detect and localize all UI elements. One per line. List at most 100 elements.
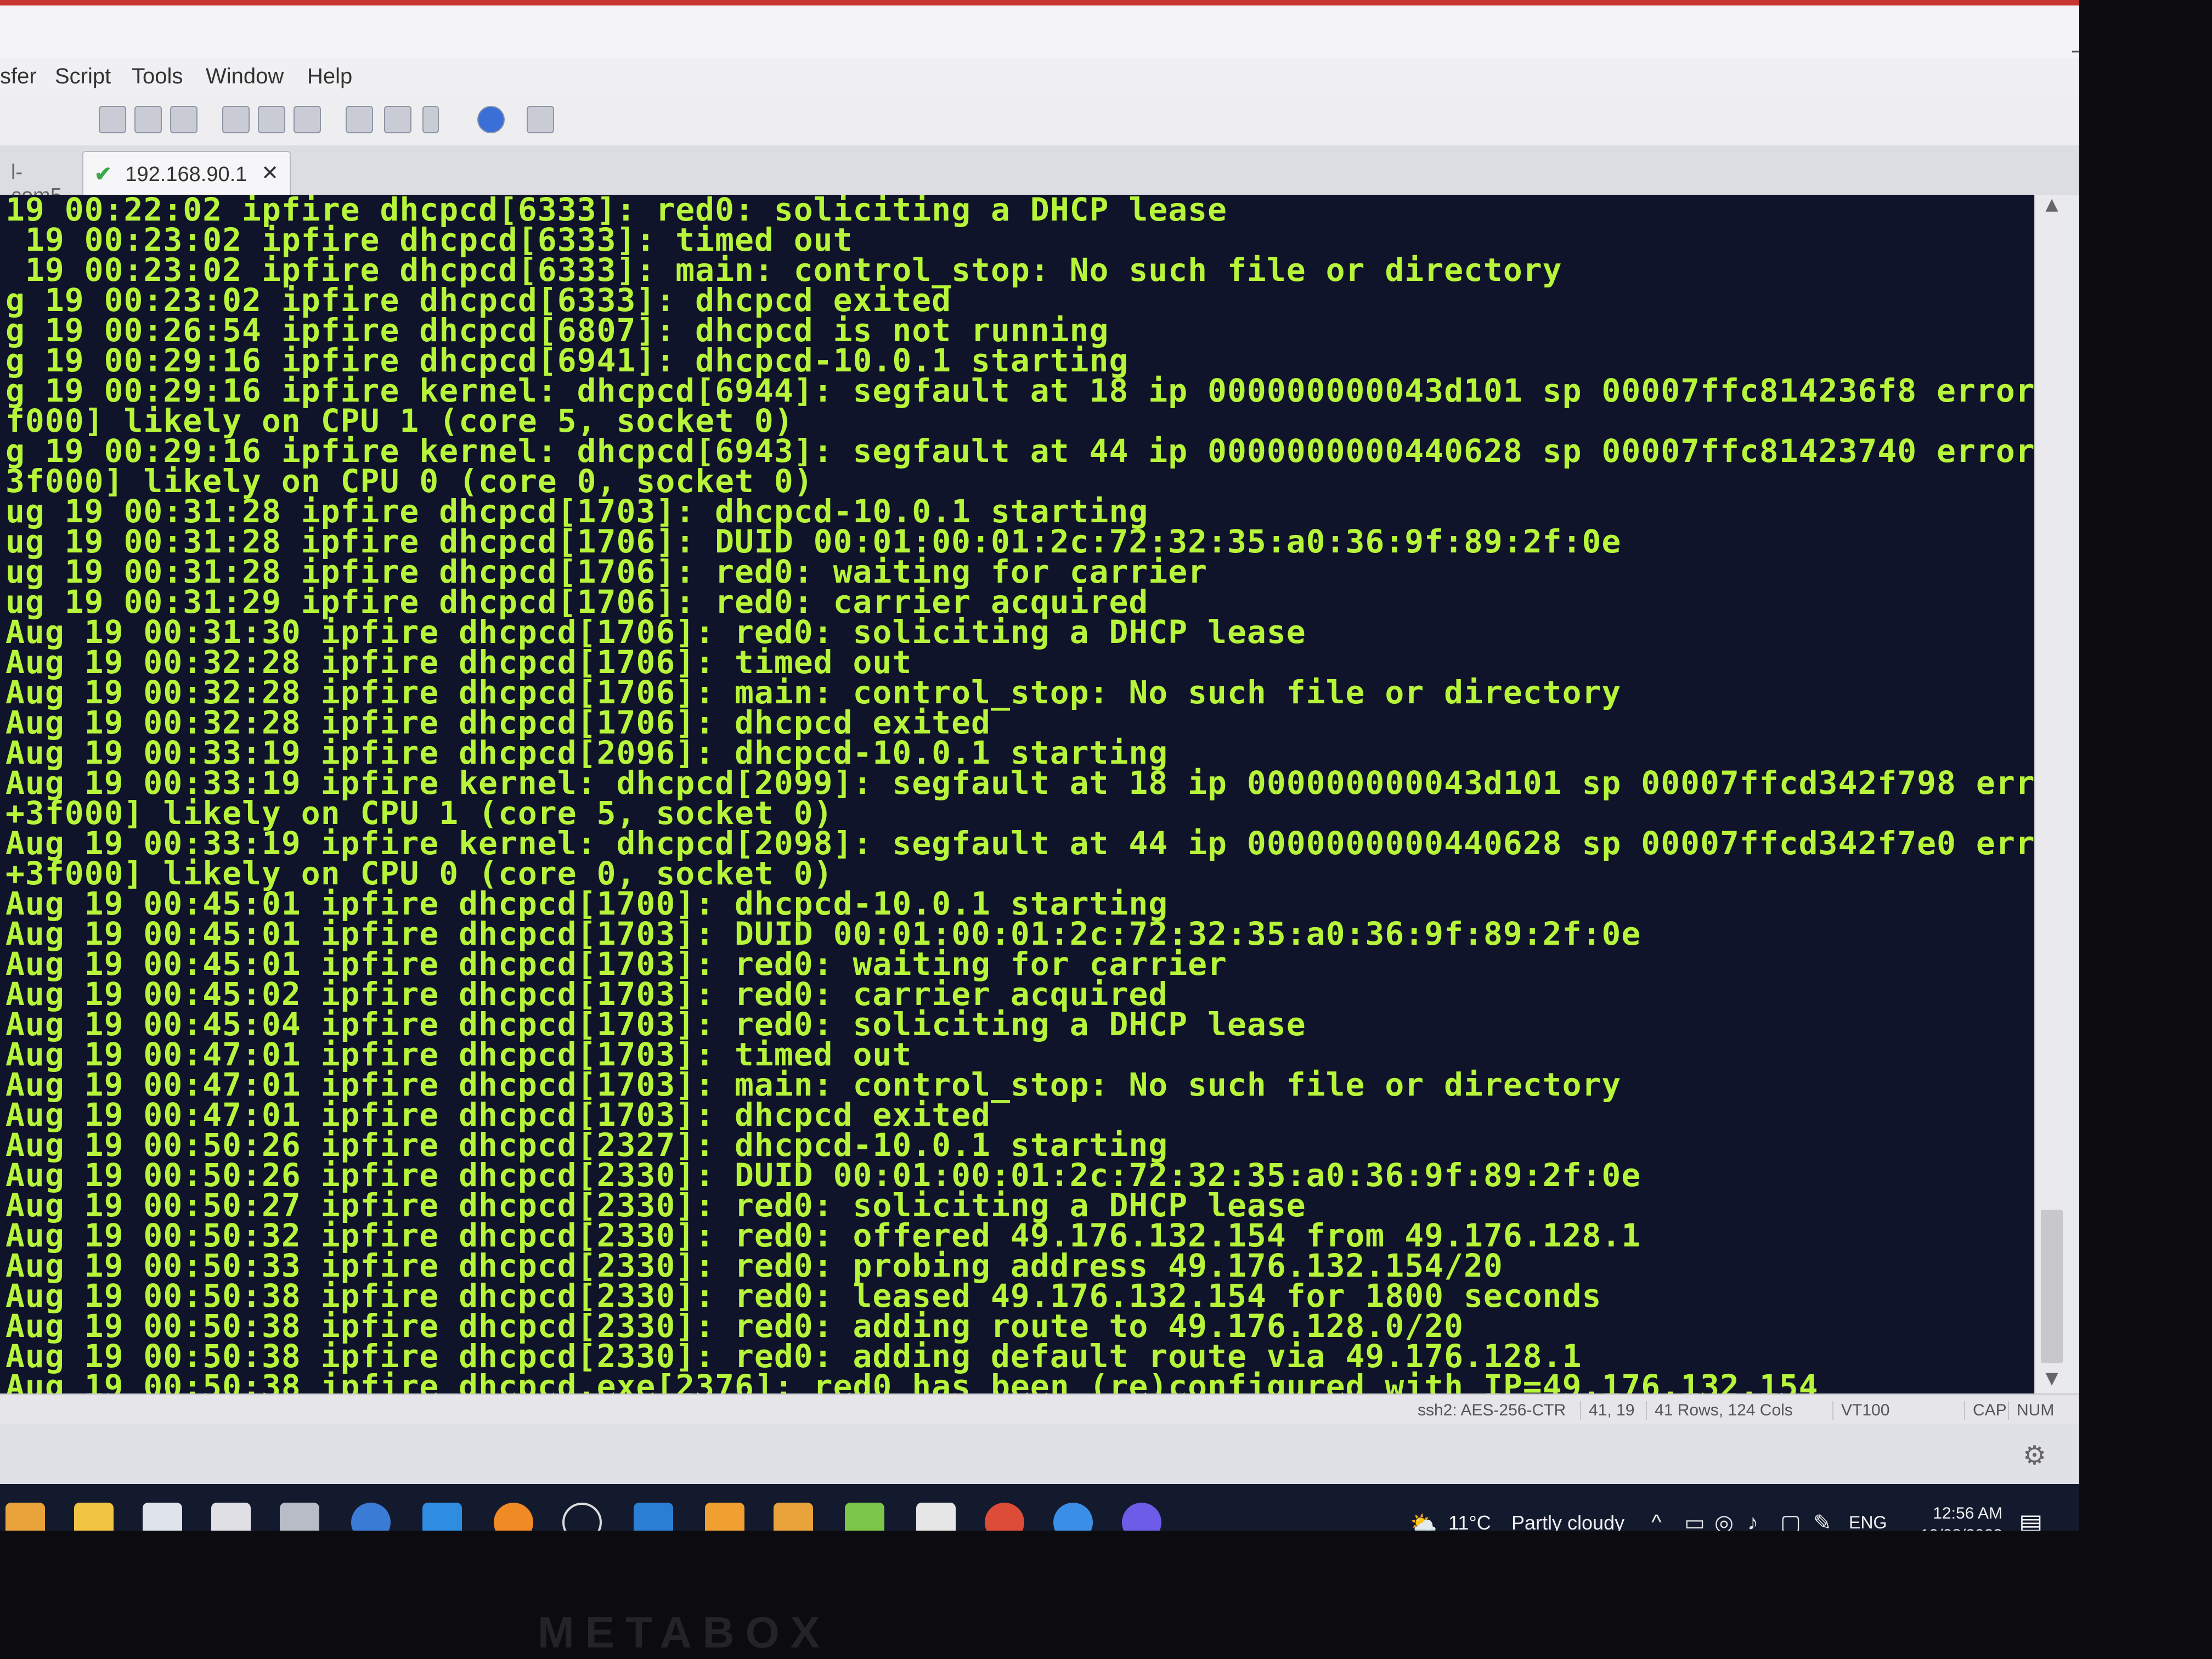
session-tab-bar: l-com5 ✔ 192.168.90.1 ✕ (0, 145, 2079, 207)
menu-script[interactable]: Script (55, 64, 111, 89)
discord-icon[interactable] (1122, 1503, 1161, 1531)
terminal-line: Aug 19 00:33:19 ipfire kernel: dhcpcd[20… (5, 825, 2068, 862)
screen-icon[interactable] (527, 106, 554, 133)
notification-icon[interactable]: ▤ (2019, 1508, 2042, 1531)
copy-icon[interactable] (99, 106, 126, 133)
terminal-line: +3f000] likely on CPU 0 (core 0, socket … (5, 855, 833, 892)
menu-transfer[interactable]: sfer (0, 64, 37, 89)
connected-check-icon: ✔ (94, 163, 112, 186)
language-indicator[interactable]: ENG (1849, 1513, 1887, 1531)
terminal-line: Aug 19 00:47:01 ipfire dhcpcd[1703]: tim… (5, 1036, 912, 1073)
terminal-line: Aug 19 00:31:30 ipfire dhcpcd[1706]: red… (5, 613, 1306, 651)
terminal-line: Aug 19 00:50:32 ipfire dhcpcd[2330]: red… (5, 1217, 1641, 1254)
window-footer: ⚙ (0, 1424, 2079, 1484)
status-num: NUM (2008, 1401, 2054, 1420)
status-cap: CAP (1964, 1401, 2007, 1420)
window-titlebar: — ☐ (0, 0, 2079, 61)
session-options-icon[interactable] (346, 106, 373, 133)
app-orange-icon[interactable] (5, 1503, 45, 1531)
obs-icon[interactable] (562, 1503, 602, 1531)
weather-temp: 11°C (1448, 1511, 1491, 1531)
terminal-line: g 19 00:29:16 ipfire kernel: dhcpcd[6944… (5, 372, 2068, 409)
find-icon[interactable] (170, 106, 198, 133)
print-selection-icon[interactable] (258, 106, 285, 133)
taskbar: ⛅ 11°C Partly cloudy ^ ▭ ◎ ♪ ▢ ✎ ENG 12:… (0, 1484, 2079, 1531)
ie-icon[interactable] (1053, 1503, 1093, 1531)
terminal-line: Aug 19 00:32:28 ipfire dhcpcd[1706]: tim… (5, 644, 912, 681)
terminal-output[interactable]: 19 00:22:02 ipfire dhcpcd[6333]: red0: s… (0, 195, 2068, 1393)
terminal-line: Aug 19 00:32:28 ipfire dhcpcd[1706]: mai… (5, 674, 1622, 711)
print-setup-icon[interactable] (222, 106, 250, 133)
menu-tools[interactable]: Tools (132, 64, 183, 89)
paste-icon[interactable] (134, 106, 162, 133)
global-options-icon[interactable] (384, 106, 411, 133)
terminal-line: Aug 19 00:45:02 ipfire dhcpcd[1703]: red… (5, 975, 1169, 1013)
chevron-up-icon[interactable]: ^ (1651, 1510, 1662, 1531)
menu-window[interactable]: Window (206, 64, 284, 89)
terminal-line: +3f000] likely on CPU 1 (core 5, socket … (5, 794, 833, 832)
terminal-line: ug 19 00:31:29 ipfire dhcpcd[1706]: red0… (5, 583, 1149, 620)
terminal-line: 3f000] likely on CPU 0 (core 0, socket 0… (5, 462, 814, 500)
virtualbox-icon[interactable] (705, 1503, 744, 1531)
terminal-line: Aug 19 00:50:26 ipfire dhcpcd[2327]: dhc… (5, 1126, 1169, 1164)
globe-icon[interactable]: ◎ (1714, 1510, 1734, 1531)
scrollbar-thumb[interactable] (2041, 1210, 2063, 1363)
print-icon[interactable] (294, 106, 321, 133)
terminal-line: Aug 19 00:33:19 ipfire kernel: dhcpcd[20… (5, 764, 2068, 802)
keymap-icon[interactable] (422, 106, 439, 133)
status-cursor: 41, 19 (1580, 1401, 1634, 1420)
chart-app-icon[interactable] (845, 1503, 884, 1531)
tab-label: 192.168.90.1 (125, 163, 247, 186)
edge-icon[interactable] (351, 1503, 391, 1531)
close-tab-icon[interactable]: ✕ (261, 161, 279, 185)
app-orange-2-icon[interactable] (774, 1503, 813, 1531)
terminal-line: g 19 00:29:16 ipfire kernel: dhcpcd[6943… (5, 432, 2068, 470)
terminal-line: Aug 19 00:50:33 ipfire dhcpcd[2330]: red… (5, 1247, 1503, 1284)
terminal-line: 19 00:23:02 ipfire dhcpcd[6333]: main: c… (5, 251, 1562, 289)
gear-icon[interactable]: ⚙ (2023, 1440, 2046, 1471)
chrome-icon[interactable] (985, 1503, 1024, 1531)
securecrt-taskbar-icon[interactable] (280, 1503, 319, 1531)
terminal-line: ug 19 00:31:28 ipfire dhcpcd[1706]: DUID… (5, 523, 1622, 560)
status-emulation: VT100 (1832, 1401, 1889, 1420)
help-icon[interactable] (477, 106, 505, 133)
volume-icon[interactable]: ♪ (1747, 1510, 1758, 1531)
cortana-app-icon[interactable] (422, 1503, 462, 1531)
orange-circle-app-icon[interactable] (494, 1503, 533, 1531)
terminal-line: Aug 19 00:33:19 ipfire dhcpcd[2096]: dhc… (5, 734, 1169, 771)
terminal-line: Aug 19 00:47:01 ipfire dhcpcd[1703]: mai… (5, 1066, 1622, 1103)
pen-icon[interactable]: ✎ (1813, 1510, 1832, 1531)
clock[interactable]: 12:56 AM 19/08/2023 (1904, 1503, 2002, 1531)
weather-icon[interactable]: ⛅ (1410, 1510, 1437, 1531)
status-bar: ssh2: AES-256-CTR 41, 19 41 Rows, 124 Co… (0, 1393, 2079, 1425)
terminal-line: Aug 19 00:47:01 ipfire dhcpcd[1703]: dhc… (5, 1096, 991, 1133)
terminal-line: g 19 00:23:02 ipfire dhcpcd[6333]: dhcpc… (5, 281, 952, 319)
scroll-up-icon[interactable]: ▲ (2035, 195, 2068, 217)
tab-com5[interactable]: l-com5 (0, 151, 77, 207)
status-size: 41 Rows, 124 Cols (1646, 1401, 1793, 1420)
display-icon[interactable]: ▢ (1780, 1510, 1801, 1531)
terminal-line: Aug 19 00:45:01 ipfire dhcpcd[1703]: red… (5, 945, 1227, 983)
terminal-line: Aug 19 00:50:38 ipfire dhcpcd[2330]: red… (5, 1307, 1464, 1345)
terminal-line: Aug 19 00:50:27 ipfire dhcpcd[2330]: red… (5, 1187, 1306, 1224)
store-icon[interactable] (143, 1503, 182, 1531)
network-tool-icon[interactable] (211, 1503, 251, 1531)
terminal-lines: 19 00:22:02 ipfire dhcpcd[6333]: red0: s… (5, 195, 2068, 1393)
terminal-line: g 19 00:26:54 ipfire dhcpcd[6807]: dhcpc… (5, 312, 1109, 349)
vscode-icon[interactable] (634, 1503, 673, 1531)
tab-192-168-90-1[interactable]: ✔ 192.168.90.1 ✕ (82, 151, 291, 195)
terminal-line: Aug 19 00:50:38 ipfire dhcpcd.exe[2376]:… (5, 1368, 1819, 1393)
terminal-line: Aug 19 00:45:01 ipfire dhcpcd[1700]: dhc… (5, 885, 1169, 922)
battery-icon[interactable]: ▭ (1684, 1510, 1705, 1531)
clock-date: 19/08/2023 (1904, 1525, 2002, 1531)
terminal-line: ug 19 00:31:28 ipfire dhcpcd[1703]: dhcp… (5, 493, 1149, 530)
file-explorer-icon[interactable] (74, 1503, 114, 1531)
vnc-icon[interactable] (916, 1503, 956, 1531)
menu-help[interactable]: Help (307, 64, 352, 89)
toolbar (0, 96, 2079, 146)
terminal-line: 19 00:22:02 ipfire dhcpcd[6333]: red0: s… (5, 195, 1227, 228)
scroll-down-icon[interactable]: ▼ (2035, 1369, 2068, 1391)
terminal-scrollbar[interactable]: ▲ ▼ (2034, 195, 2068, 1393)
menu-bar: sfer Script Tools Window Help (0, 58, 2079, 96)
terminal-line: Aug 19 00:50:38 ipfire dhcpcd[2330]: red… (5, 1338, 1582, 1375)
